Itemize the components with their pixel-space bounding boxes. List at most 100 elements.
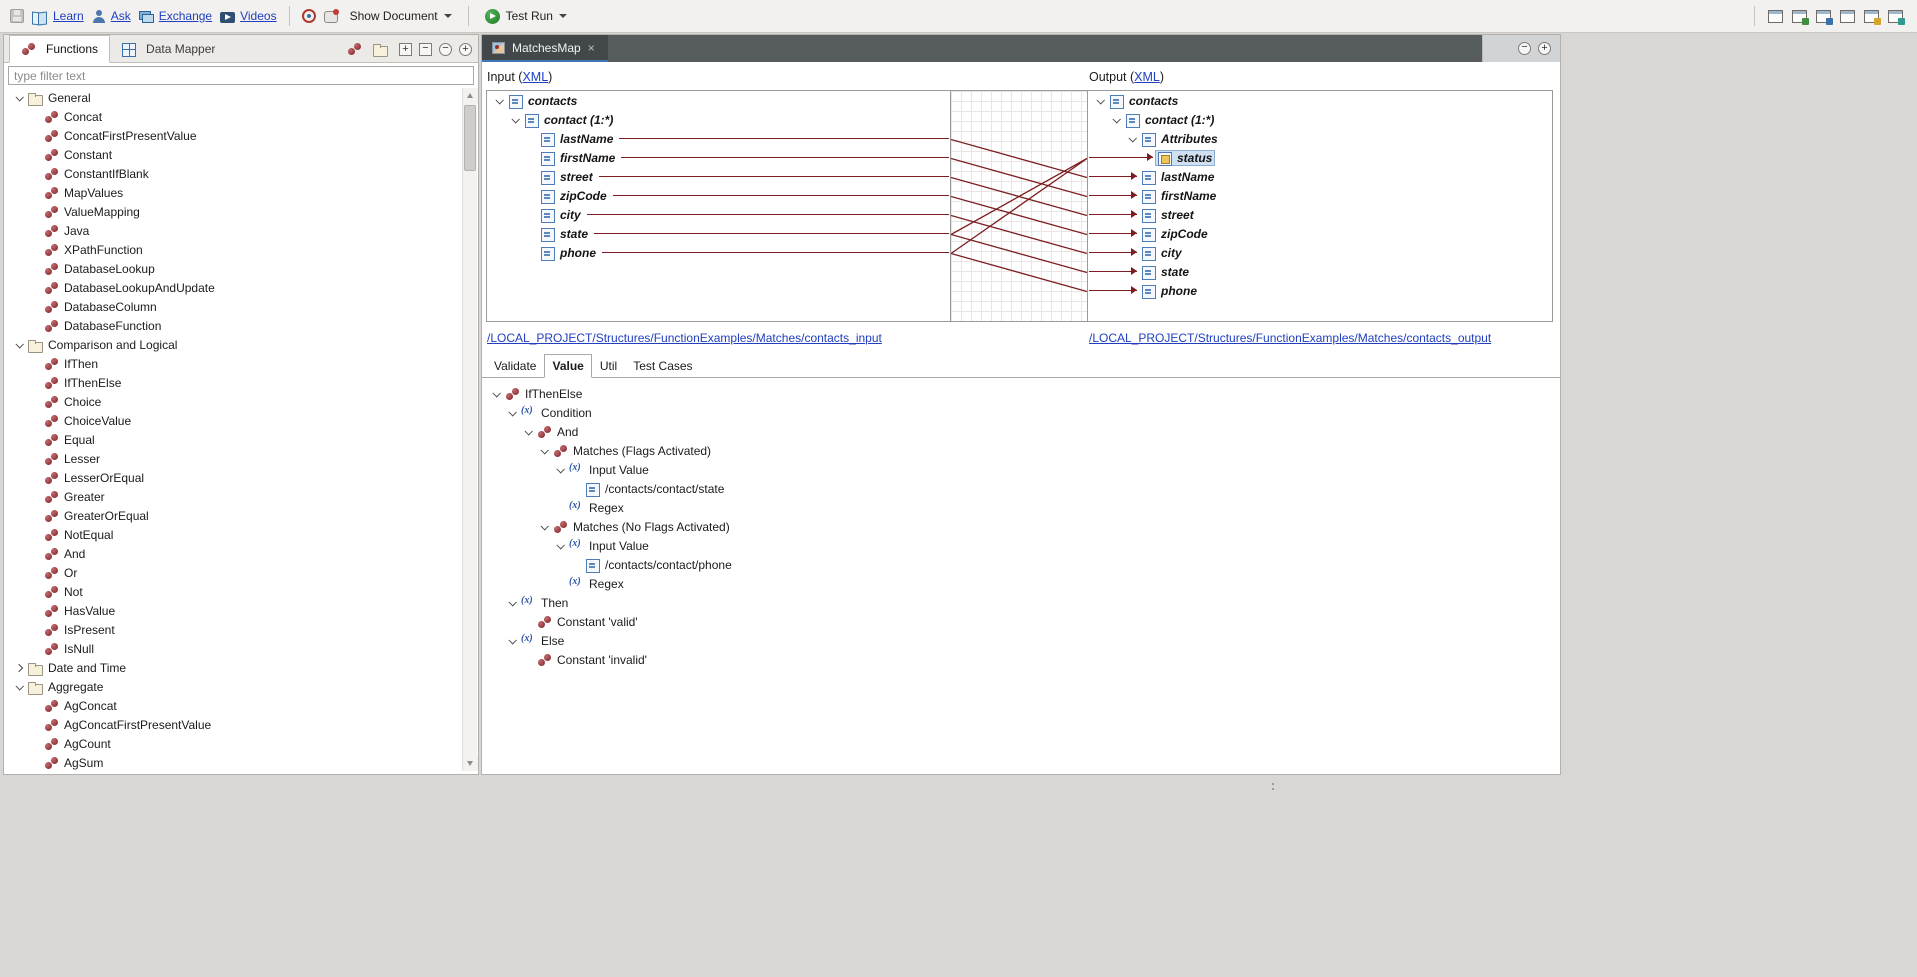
tree-item[interactable]: HasValue: [5, 601, 461, 620]
value-tree-item[interactable]: Matches (No Flags Activated): [484, 517, 1558, 536]
expander-icon[interactable]: [523, 169, 539, 185]
expander-icon[interactable]: [520, 652, 536, 668]
maximize-view-button[interactable]: [459, 43, 472, 56]
perspective-icon[interactable]: [1888, 10, 1903, 23]
expander-icon[interactable]: [1092, 93, 1108, 109]
expander-icon[interactable]: [27, 489, 43, 505]
expander-icon[interactable]: [507, 112, 523, 128]
input-tree-item[interactable]: firstName: [487, 148, 950, 167]
close-icon[interactable]: [588, 41, 598, 55]
expander-icon[interactable]: [520, 614, 536, 630]
value-tree-item[interactable]: Regex: [484, 574, 1558, 593]
editor-layout-icon[interactable]: [1816, 10, 1831, 23]
tree-item[interactable]: NotEqual: [5, 525, 461, 544]
expander-icon[interactable]: [11, 679, 27, 695]
output-structure-link[interactable]: /LOCAL_PROJECT/Structures/FunctionExampl…: [1089, 331, 1491, 345]
tree-item[interactable]: ConcatFirstPresentValue: [5, 126, 461, 145]
input-tree-item[interactable]: street: [487, 167, 950, 186]
expander-icon[interactable]: [1124, 131, 1140, 147]
expander-icon[interactable]: [1108, 112, 1124, 128]
expander-icon[interactable]: [27, 413, 43, 429]
workspace-icon[interactable]: [1768, 10, 1783, 23]
tree-item[interactable]: Equal: [5, 430, 461, 449]
expander-icon[interactable]: [1124, 188, 1140, 204]
view-tab[interactable]: Data Mapper: [110, 35, 226, 62]
bottom-tab[interactable]: Util: [592, 354, 625, 378]
output-tree-item[interactable]: contact (1:*): [1088, 110, 1552, 129]
expander-icon[interactable]: [1124, 283, 1140, 299]
expander-icon[interactable]: [491, 93, 507, 109]
expander-icon[interactable]: [1124, 245, 1140, 261]
value-tree-item[interactable]: Matches (Flags Activated): [484, 441, 1558, 460]
expander-icon[interactable]: [27, 717, 43, 733]
expander-icon[interactable]: [27, 318, 43, 334]
tree-item[interactable]: XPathFunction: [5, 240, 461, 259]
tree-item[interactable]: Comparison and Logical: [5, 335, 461, 354]
input-tree-item[interactable]: contact (1:*): [487, 110, 950, 129]
expander-icon[interactable]: [523, 150, 539, 166]
tree-item[interactable]: GreaterOrEqual: [5, 506, 461, 525]
expander-icon[interactable]: [11, 90, 27, 106]
expander-icon[interactable]: [27, 622, 43, 638]
show-document-dropdown[interactable]: Show Document: [346, 7, 456, 25]
tree-item[interactable]: Choice: [5, 392, 461, 411]
tree-item[interactable]: DatabaseLookupAndUpdate: [5, 278, 461, 297]
value-tree-item[interactable]: Constant 'valid': [484, 612, 1558, 631]
expander-icon[interactable]: [520, 424, 536, 440]
expander-icon[interactable]: [568, 557, 584, 573]
expander-icon[interactable]: [504, 595, 520, 611]
expander-icon[interactable]: [27, 470, 43, 486]
expander-icon[interactable]: [552, 500, 568, 516]
value-tree-item[interactable]: /contacts/contact/phone: [484, 555, 1558, 574]
tree-item[interactable]: ChoiceValue: [5, 411, 461, 430]
tree-item[interactable]: Or: [5, 563, 461, 582]
input-tree-item[interactable]: lastName: [487, 129, 950, 148]
value-tree-item[interactable]: Input Value: [484, 460, 1558, 479]
value-tree-item[interactable]: Then: [484, 593, 1558, 612]
output-tree-item[interactable]: phone: [1088, 281, 1552, 300]
value-tree-item[interactable]: Constant 'invalid': [484, 650, 1558, 669]
expander-icon[interactable]: [27, 166, 43, 182]
save-icon[interactable]: [10, 9, 24, 23]
expand-all-button[interactable]: [399, 43, 412, 56]
expander-icon[interactable]: [27, 432, 43, 448]
expander-icon[interactable]: [27, 375, 43, 391]
expander-icon[interactable]: [27, 299, 43, 315]
tree-item[interactable]: MapValues: [5, 183, 461, 202]
notification-icon[interactable]: [324, 11, 338, 23]
tree-item[interactable]: Greater: [5, 487, 461, 506]
expander-icon[interactable]: [27, 603, 43, 619]
tree-item[interactable]: AgCount: [5, 734, 461, 753]
expander-icon[interactable]: [1124, 169, 1140, 185]
scrollbar-thumb[interactable]: [464, 105, 476, 171]
output-tree-item[interactable]: lastName: [1088, 167, 1552, 186]
expander-icon[interactable]: [523, 131, 539, 147]
videos-link[interactable]: Videos: [220, 9, 276, 23]
expander-icon[interactable]: [27, 584, 43, 600]
input-tree-item[interactable]: state: [487, 224, 950, 243]
output-tree-item[interactable]: contacts: [1088, 91, 1552, 110]
expander-icon[interactable]: [27, 280, 43, 296]
tree-item[interactable]: IfThenElse: [5, 373, 461, 392]
tree-item[interactable]: AgConcat: [5, 696, 461, 715]
bottom-tab[interactable]: Test Cases: [625, 354, 700, 378]
value-tree-item[interactable]: Else: [484, 631, 1558, 650]
bottom-tab[interactable]: Validate: [486, 354, 544, 378]
expander-icon[interactable]: [27, 565, 43, 581]
expander-icon[interactable]: [504, 405, 520, 421]
expander-icon[interactable]: [1124, 207, 1140, 223]
minimize-editor-button[interactable]: [1518, 42, 1531, 55]
expander-icon[interactable]: [11, 660, 27, 676]
expander-icon[interactable]: [1124, 264, 1140, 280]
expander-icon[interactable]: [523, 207, 539, 223]
expander-icon[interactable]: [552, 576, 568, 592]
community-icon[interactable]: [302, 9, 316, 23]
input-tree-item[interactable]: city: [487, 205, 950, 224]
expander-icon[interactable]: [27, 394, 43, 410]
minimize-view-button[interactable]: [439, 43, 452, 56]
value-tree-item[interactable]: /contacts/contact/state: [484, 479, 1558, 498]
expander-icon[interactable]: [11, 337, 27, 353]
expander-icon[interactable]: [27, 223, 43, 239]
output-tree-item[interactable]: status: [1088, 148, 1552, 167]
value-tree-item[interactable]: IfThenElse: [484, 384, 1558, 403]
